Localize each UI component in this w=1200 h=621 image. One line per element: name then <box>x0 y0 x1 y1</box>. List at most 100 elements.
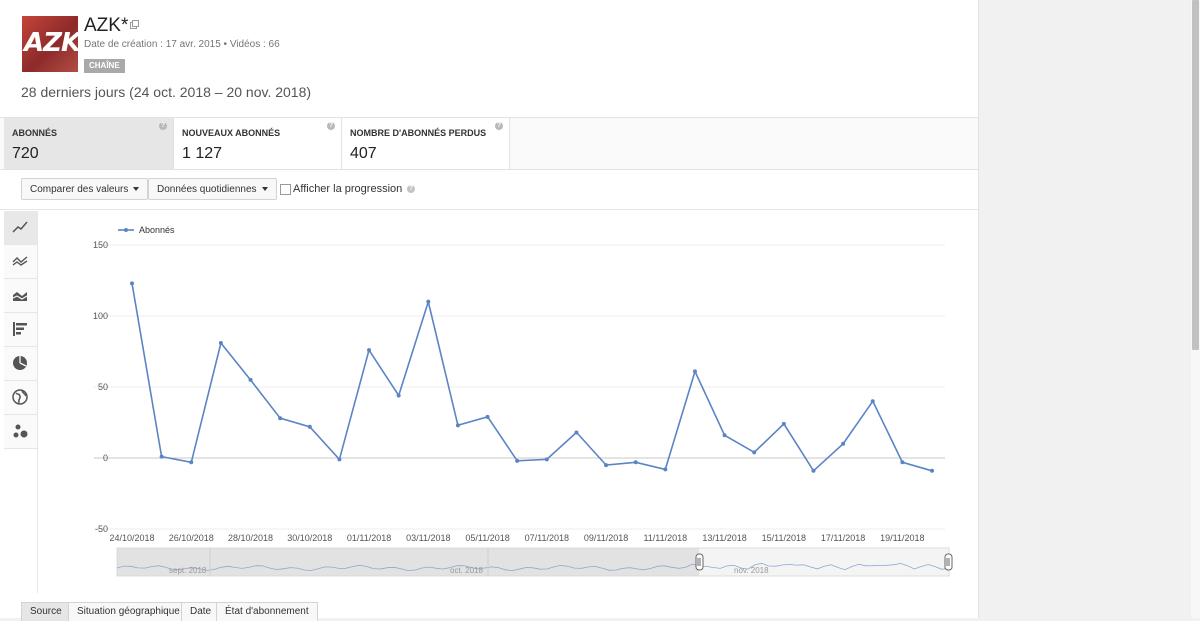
navigator-label: sept. 2018 <box>169 566 207 575</box>
navigator-label: nov. 2018 <box>734 566 769 575</box>
data-point <box>426 299 431 304</box>
chart-area: 150 100 50 0 -50 24/10/2018 26/10/2018 28/10/2… <box>38 210 978 595</box>
metric-tab-abonnes-perdus[interactable]: NOMBRE D'ABONNÉS PERDUS 407 ? <box>342 118 510 169</box>
tab-subscription-status[interactable]: État d'abonnement <box>216 602 318 621</box>
granularity-label: Données quotidiennes <box>157 184 257 195</box>
series-line <box>131 283 933 473</box>
data-point <box>367 348 372 353</box>
globe-icon <box>12 389 28 405</box>
help-icon[interactable]: ? <box>159 122 167 130</box>
data-point <box>722 433 727 438</box>
y-tick-label: 0 <box>103 453 108 463</box>
data-point <box>781 421 786 426</box>
chart-type-multiline[interactable] <box>4 245 37 279</box>
compare-label: Comparer des valeurs <box>30 184 129 195</box>
line-chart-icon <box>12 221 28 233</box>
compare-dropdown[interactable]: Comparer des valeurs <box>21 178 149 200</box>
data-point <box>159 454 164 459</box>
range-navigator[interactable]: sept. 2018 oct. 2018 nov. 2018 <box>116 547 953 577</box>
x-tick-label: 30/10/2018 <box>287 533 332 543</box>
series-layer <box>130 281 935 473</box>
data-point <box>278 416 283 421</box>
data-point <box>663 467 668 472</box>
caret-down-icon <box>133 187 140 192</box>
caret-down-icon <box>261 187 268 192</box>
data-point <box>870 399 875 404</box>
data-point <box>307 424 312 429</box>
metric-value: 1 127 <box>182 145 223 162</box>
metric-value: 720 <box>12 145 39 162</box>
data-point <box>574 430 579 435</box>
x-tick-label: 26/10/2018 <box>169 533 214 543</box>
tab-geography[interactable]: Situation géographique <box>68 602 189 621</box>
external-link-icon[interactable] <box>130 20 139 29</box>
data-point <box>485 414 490 419</box>
metric-label: NOMBRE D'ABONNÉS PERDUS <box>350 128 487 138</box>
data-point <box>396 393 401 398</box>
data-point <box>218 340 223 345</box>
x-tick-label: 03/11/2018 <box>406 533 450 543</box>
y-tick-label: 150 <box>93 240 108 250</box>
x-tick-label: 07/11/2018 <box>525 533 569 543</box>
progress-checkbox[interactable] <box>280 184 291 195</box>
navigator-label: oct. 2018 <box>450 566 483 575</box>
chart-type-area[interactable] <box>4 279 37 313</box>
help-icon[interactable]: ? <box>495 122 503 130</box>
y-tick-label: 50 <box>98 382 108 392</box>
date-range: 28 derniers jours (24 oct. 2018 – 20 nov… <box>21 84 312 100</box>
chart-type-line[interactable] <box>4 211 37 245</box>
chart-type-sidebar <box>4 211 38 593</box>
channel-badge: CHAÎNE <box>84 59 125 73</box>
x-axis-ticks: 24/10/2018 26/10/2018 28/10/2018 30/10/2018… <box>109 533 924 543</box>
x-tick-label: 05/11/2018 <box>465 533 509 543</box>
x-tick-label: 15/11/2018 <box>762 533 806 543</box>
pie-chart-icon <box>13 356 27 370</box>
chart-type-bubble[interactable] <box>4 415 37 449</box>
x-tick-label: 13/11/2018 <box>702 533 746 543</box>
y-tick-label: 100 <box>93 311 108 321</box>
metric-tab-nouveaux-abonnes[interactable]: NOUVEAUX ABONNÉS 1 127 ? <box>174 118 342 169</box>
data-point <box>692 369 697 374</box>
channel-title[interactable]: AZK* <box>84 15 128 37</box>
x-tick-label: 01/11/2018 <box>347 533 391 543</box>
tab-source[interactable]: Source <box>21 602 71 621</box>
metric-tab-abonnes[interactable]: ABONNÉS 720 ? <box>4 118 174 169</box>
line-chart[interactable]: 150 100 50 0 -50 24/10/2018 26/10/2018 28/10/2… <box>38 210 978 595</box>
granularity-dropdown[interactable]: Données quotidiennes <box>148 178 277 200</box>
metric-tabs: ABONNÉS 720 ? NOUVEAUX ABONNÉS 1 127 ? N… <box>0 117 978 170</box>
y-tick-label: -50 <box>95 524 108 534</box>
tab-date[interactable]: Date <box>181 602 221 621</box>
metric-label: NOUVEAUX ABONNÉS <box>182 128 281 138</box>
x-tick-label: 19/11/2018 <box>880 533 924 543</box>
x-tick-label: 17/11/2018 <box>821 533 865 543</box>
chart-type-map[interactable] <box>4 381 37 415</box>
chart-legend[interactable]: Abonnés <box>118 225 175 235</box>
data-point <box>930 468 935 473</box>
scrollbar-thumb[interactable] <box>1192 0 1199 350</box>
data-point <box>604 463 609 468</box>
data-point <box>248 377 253 382</box>
help-icon[interactable]: ? <box>407 185 415 193</box>
x-tick-label: 28/10/2018 <box>228 533 273 543</box>
chart-type-bar[interactable] <box>4 313 37 347</box>
avatar-logo: AZK <box>24 28 78 58</box>
metric-value: 407 <box>350 145 377 162</box>
data-point <box>841 441 846 446</box>
x-tick-label: 11/11/2018 <box>643 533 687 543</box>
data-point <box>811 468 816 473</box>
data-point <box>130 281 134 286</box>
metric-label: ABONNÉS <box>12 128 58 138</box>
x-tick-label: 09/11/2018 <box>584 533 628 543</box>
data-point <box>544 457 549 462</box>
channel-avatar[interactable]: AZK <box>22 16 78 72</box>
data-point <box>455 423 460 428</box>
help-icon[interactable]: ? <box>327 122 335 130</box>
chart-type-pie[interactable] <box>4 347 37 381</box>
stacked-area-icon <box>12 292 28 301</box>
progress-label[interactable]: Afficher la progression <box>293 183 402 195</box>
bubble-chart-icon <box>13 424 28 438</box>
data-point <box>633 460 638 465</box>
legend-marker <box>124 228 128 232</box>
data-point <box>189 460 194 465</box>
x-tick-label: 24/10/2018 <box>109 533 154 543</box>
